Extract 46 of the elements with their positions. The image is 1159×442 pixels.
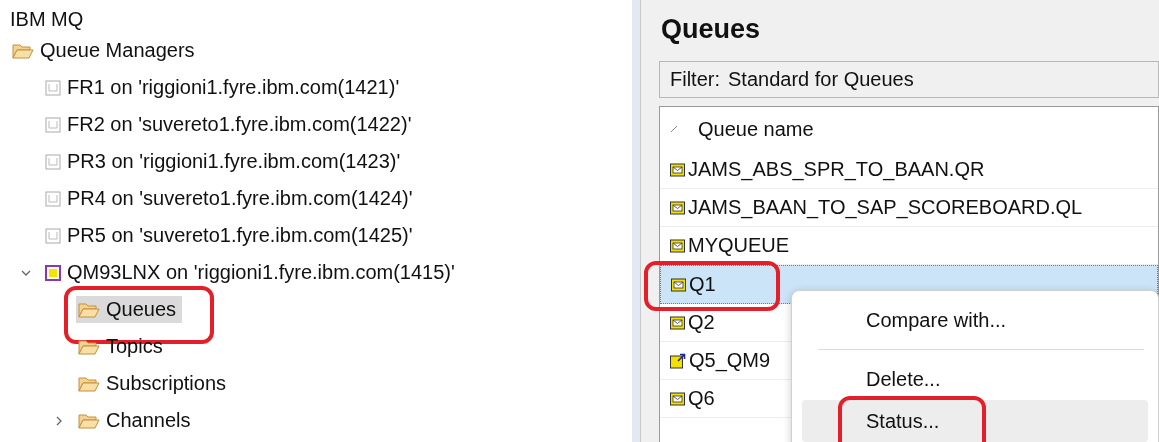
folder-icon (78, 338, 100, 355)
menu-item[interactable]: Delete... (802, 358, 1148, 400)
queue-name: Q6 (688, 387, 715, 410)
folder-icon (78, 301, 100, 318)
column-header[interactable]: Queue name (698, 117, 814, 141)
folder-icon (78, 412, 100, 429)
queue-name: JAMS_BAAN_TO_SAP_SCOREBOARD.QL (688, 196, 1083, 219)
square-icon (45, 153, 61, 170)
folder-icon (12, 42, 34, 59)
tree-item[interactable]: Subscriptions (76, 370, 233, 397)
tree-item[interactable]: QM93LNX on 'riggioni1.fyre.ibm.com(1415)' (43, 259, 461, 286)
square-icon (45, 190, 61, 207)
table-row[interactable]: JAMS_BAAN_TO_SAP_SCOREBOARD.QL (660, 189, 1158, 227)
envelope-icon (671, 277, 686, 292)
queue-name: Q5_QM9 (689, 349, 771, 372)
queue-name: Q2 (688, 311, 715, 334)
square-icon (45, 79, 61, 96)
envelope-icon (670, 162, 685, 177)
tree-item[interactable]: FR2 on 'suvereto1.fyre.ibm.com(1422)' (43, 111, 418, 138)
filter-bar[interactable]: Filter: Standard for Queues (659, 61, 1159, 98)
square-icon (45, 116, 61, 133)
tree-item[interactable]: Queues (76, 296, 183, 323)
arrow-square-icon (670, 352, 686, 369)
tree-item[interactable]: Channels (76, 407, 197, 434)
queue-name: MYQUEUE (688, 234, 790, 257)
tree-item[interactable]: PR4 on 'suvereto1.fyre.ibm.com(1424)' (43, 185, 419, 212)
folder-icon (78, 375, 100, 392)
filter-label: Filter: (670, 68, 720, 91)
envelope-icon (670, 315, 685, 330)
content-title: Queues (661, 14, 762, 45)
queue-name: Q1 (689, 273, 716, 296)
tree-item[interactable]: FR1 on 'riggioni1.fyre.ibm.com(1421)' (43, 74, 406, 101)
tree-item[interactable]: PR5 on 'suvereto1.fyre.ibm.com(1425)' (43, 222, 419, 249)
envelope-icon (670, 391, 685, 406)
tree-item[interactable]: Queue Managers (10, 37, 201, 64)
queue-name: JAMS_ABS_SPR_TO_BAAN.QR (688, 158, 985, 181)
envelope-icon (670, 238, 685, 253)
square-icon (45, 227, 61, 244)
envelope-icon (670, 200, 685, 215)
menu-item[interactable]: Status... (802, 400, 1148, 442)
view-title: IBM MQ (10, 7, 85, 32)
square-icon (45, 264, 61, 281)
sort-icon (670, 125, 678, 133)
filter-value: Standard for Queues (728, 68, 914, 91)
tree-item[interactable]: PR3 on 'riggioni1.fyre.ibm.com(1423)' (43, 148, 407, 175)
table-row[interactable]: JAMS_ABS_SPR_TO_BAAN.QR (660, 151, 1158, 189)
